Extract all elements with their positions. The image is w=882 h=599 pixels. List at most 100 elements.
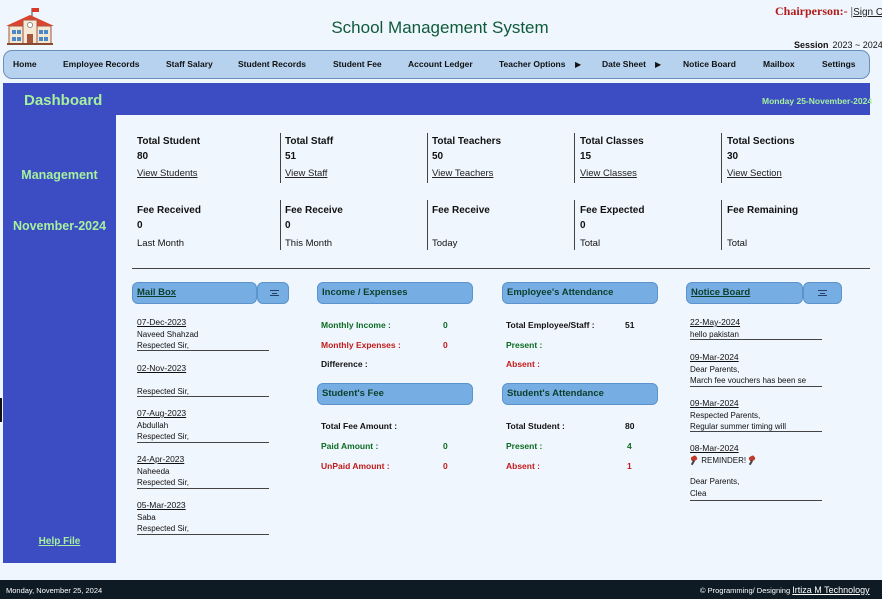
sidebar bbox=[3, 83, 116, 563]
employee-absent-label: Absent : bbox=[506, 359, 540, 369]
view-students-link[interactable]: View Students bbox=[137, 168, 200, 179]
student-present-label: Present : bbox=[506, 441, 543, 451]
stat-fee-received-last-month: Fee Received 0 Last Month bbox=[137, 205, 201, 249]
view-teachers-link[interactable]: View Teachers bbox=[432, 168, 501, 179]
divider bbox=[690, 339, 822, 340]
notice-date: 22-May-2024 bbox=[690, 317, 741, 327]
stat-fee-receive-today: Fee Receive Today bbox=[432, 205, 490, 249]
session-value: 2023 ~ 2024 bbox=[832, 40, 882, 50]
mailbox-title[interactable]: Mail Box bbox=[132, 282, 257, 304]
app-title: School Management System bbox=[331, 18, 549, 37]
total-employee-value: 51 bbox=[625, 320, 635, 330]
notice-board-title[interactable]: Notice Board bbox=[686, 282, 803, 304]
divider bbox=[427, 133, 428, 183]
chairperson-label: Chairperson:- bbox=[775, 4, 848, 18]
divider bbox=[137, 350, 269, 351]
divider bbox=[574, 200, 575, 250]
notice-item[interactable]: 08-Mar-2024 REMINDER! Dear Parents, Clea bbox=[690, 443, 822, 499]
nav-student-records[interactable]: Student Records bbox=[238, 51, 306, 78]
footer-credit-prefix: © Programming/ Designing bbox=[700, 586, 791, 595]
stat-label: Fee Receive bbox=[285, 205, 343, 216]
notice-item[interactable]: 22-May-2024 hello pakistan bbox=[690, 317, 822, 340]
stat-total-classes: Total Classes 15 View Classes bbox=[580, 136, 644, 179]
divider bbox=[574, 133, 575, 183]
stat-value bbox=[727, 220, 798, 232]
mail-text: Respected Sir, bbox=[137, 478, 190, 487]
school-logo-icon bbox=[6, 8, 54, 45]
stat-label: Total Sections bbox=[727, 136, 795, 147]
mail-date: 02-Nov-2023 bbox=[137, 363, 187, 373]
nav-staff-salary[interactable]: Staff Salary bbox=[166, 51, 213, 78]
divider bbox=[721, 133, 722, 183]
nav-mailbox[interactable]: Mailbox bbox=[763, 51, 795, 78]
notice-line: REMINDER! bbox=[701, 455, 747, 465]
main-navbar: Home Employee Records Staff Salary Stude… bbox=[3, 50, 870, 79]
sidebar-month: November-2024 bbox=[12, 219, 107, 233]
stat-sub: Last Month bbox=[137, 238, 184, 249]
monthly-expenses-value: 0 bbox=[443, 340, 448, 350]
footer-date: Monday, November 25, 2024 bbox=[6, 586, 103, 595]
stat-fee-expected: Fee Expected 0 Total bbox=[580, 205, 644, 249]
nav-account-ledger[interactable]: Account Ledger bbox=[408, 51, 473, 78]
student-attendance-title: Student's Attendance bbox=[502, 383, 658, 405]
stat-sub: Total bbox=[580, 238, 601, 249]
divider bbox=[137, 442, 269, 443]
footer-credit-link[interactable]: Irtiza M Technology bbox=[792, 585, 869, 595]
view-classes-link[interactable]: View Classes bbox=[580, 168, 644, 179]
mail-item[interactable]: 05-Mar-2023 Saba Respected Sir, bbox=[137, 500, 269, 535]
stat-label: Fee Remaining bbox=[727, 205, 799, 216]
divider bbox=[280, 200, 281, 250]
notice-line: Respected Parents, bbox=[690, 410, 761, 420]
mail-sender: Abdullah bbox=[137, 420, 169, 430]
total-employee-label: Total Employee/Staff : bbox=[506, 320, 595, 330]
student-absent-value: 1 bbox=[627, 461, 632, 471]
stat-sub: This Month bbox=[285, 238, 332, 249]
mail-item[interactable]: 07-Dec-2023 Naveed Shahzad Respected Sir… bbox=[137, 317, 269, 352]
mailbox-menu-button[interactable] bbox=[257, 282, 289, 304]
divider bbox=[427, 200, 428, 250]
view-staff-link[interactable]: View Staff bbox=[285, 168, 333, 179]
notice-board-menu-button[interactable] bbox=[803, 282, 842, 304]
nav-student-fee[interactable]: Student Fee bbox=[333, 51, 382, 78]
mail-item[interactable]: 02-Nov-2023 Respected Sir, bbox=[137, 363, 269, 398]
nav-date-sheet[interactable]: Date Sheet bbox=[602, 51, 646, 78]
session-label: Session bbox=[794, 40, 829, 50]
stat-label: Fee Expected bbox=[580, 205, 645, 216]
divider bbox=[721, 200, 722, 250]
mail-sender: Naveed Shahzad bbox=[137, 329, 199, 339]
mail-sender: Naheeda bbox=[137, 466, 170, 476]
notice-date: 09-Mar-2024 bbox=[690, 398, 739, 408]
sign-out-link[interactable]: Sign Out bbox=[853, 7, 882, 18]
stat-label: Fee Receive bbox=[432, 205, 490, 216]
nav-notice-board[interactable]: Notice Board bbox=[683, 51, 736, 78]
monthly-expenses-label: Monthly Expenses : bbox=[321, 340, 401, 350]
mail-item[interactable]: 24-Apr-2023 Naheeda Respected Sir, bbox=[137, 454, 269, 489]
view-section-link[interactable]: View Section bbox=[727, 168, 795, 179]
notice-item[interactable]: 09-Mar-2024 Dear Parents, March fee vouc… bbox=[690, 352, 822, 387]
divider bbox=[280, 133, 281, 183]
nav-employee-records[interactable]: Employee Records bbox=[63, 51, 140, 78]
nav-settings[interactable]: Settings bbox=[822, 51, 856, 78]
unpaid-amount-label: UnPaid Amount : bbox=[321, 461, 390, 471]
paid-amount-value: 0 bbox=[443, 441, 448, 451]
notice-item[interactable]: 09-Mar-2024 Respected Parents, Regular s… bbox=[690, 398, 822, 433]
stat-sub: Total bbox=[727, 238, 748, 249]
mail-sender bbox=[137, 375, 269, 387]
stat-label: Fee Received bbox=[137, 205, 201, 216]
nav-teacher-options[interactable]: Teacher Options bbox=[499, 51, 565, 78]
mail-item[interactable]: 07-Aug-2023 Abdullah Respected Sir, bbox=[137, 408, 269, 443]
stat-label: Total Student bbox=[137, 136, 201, 147]
notice-line: Dear Parents, bbox=[690, 364, 740, 374]
nav-home[interactable]: Home bbox=[13, 51, 37, 78]
edge-marker bbox=[0, 398, 2, 422]
stat-label: Total Teachers bbox=[432, 136, 502, 147]
help-file-link[interactable]: Help File bbox=[3, 536, 116, 547]
stat-value: 50 bbox=[432, 151, 444, 162]
divider bbox=[137, 396, 269, 397]
notice-line: Clea bbox=[690, 488, 707, 498]
mail-date: 24-Apr-2023 bbox=[137, 454, 185, 464]
pushpin-icon bbox=[748, 456, 757, 465]
mail-sender: Saba bbox=[137, 512, 156, 522]
mail-text: Respected Sir, bbox=[137, 524, 190, 533]
monthly-income-label: Monthly Income : bbox=[321, 320, 391, 330]
